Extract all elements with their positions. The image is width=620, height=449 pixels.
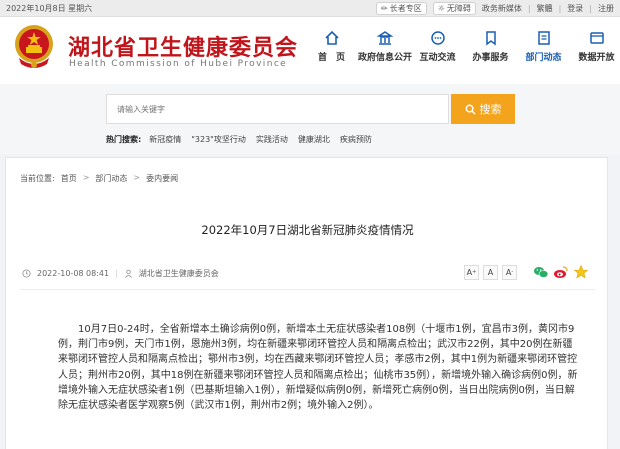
wechat-share-icon[interactable]: [533, 264, 549, 280]
data-icon: [589, 32, 604, 44]
utility-links: ✏ 长者专区 ☼ 无障碍 政务新媒体 | 繁體 | 登录 | 注册: [376, 2, 614, 15]
accessibility-icon: ☼: [437, 4, 445, 13]
article-source: 湖北省卫生健康委员会: [138, 269, 219, 278]
divider: |: [527, 4, 531, 13]
font-size-small-button[interactable]: A-: [502, 264, 517, 280]
hot-search-link[interactable]: 疾病预防: [340, 134, 372, 145]
font-size-medium-button[interactable]: A: [483, 264, 498, 280]
breadcrumb-sep: >: [133, 173, 141, 182]
meta-divider: |: [115, 269, 118, 278]
nav-dept-news[interactable]: 部门动态: [517, 30, 570, 63]
breadcrumb-label: 当前位置:: [20, 174, 55, 183]
meta-divider-line: [20, 289, 595, 290]
article-meta: 2022-10-08 08:41 | 湖北省卫生健康委员会: [22, 268, 219, 279]
breadcrumb-internal-news[interactable]: 委内要闻: [146, 173, 178, 184]
home-icon: [324, 30, 339, 45]
nav-services-label: 办事服务: [472, 53, 509, 63]
nav-services[interactable]: 办事服务: [464, 30, 517, 63]
top-utility-bar: 2022年10月8日 星期六 ✏ 长者专区 ☼ 无障碍 政务新媒体 | 繁體 |…: [0, 0, 620, 17]
bank-icon: [376, 31, 393, 45]
publish-datetime: 2022-10-08 08:41: [37, 269, 110, 278]
site-title[interactable]: 湖北省卫生健康委员会: [68, 30, 298, 62]
register-link[interactable]: 注册: [598, 3, 614, 14]
bookmark-icon: [485, 31, 496, 46]
divider: |: [589, 4, 592, 13]
article-title: 2022年10月7日湖北省新冠肺炎疫情情况: [201, 223, 414, 237]
hot-search-label: 热门搜索:: [106, 135, 142, 144]
search-input[interactable]: [106, 94, 449, 124]
chat-icon: [430, 31, 445, 45]
font-size-large-button[interactable]: A +: [464, 264, 479, 280]
elder-icon: ✏: [381, 4, 388, 13]
breadcrumb-dept-news[interactable]: 部门动态: [95, 173, 127, 184]
article-tools: A + A A-: [464, 264, 589, 280]
nav-home[interactable]: 首 页: [305, 30, 358, 63]
nav-dept-news-label: 部门动态: [525, 53, 562, 63]
nav-open-data-label: 数据开放: [578, 53, 615, 63]
hot-search-link[interactable]: 健康湖北: [298, 134, 330, 145]
site-header: 湖北省卫生健康委员会 Health Commission of Hubei Pr…: [0, 17, 620, 84]
weibo-share-icon[interactable]: [553, 264, 569, 280]
hot-search-link[interactable]: "323"攻坚行动: [191, 134, 246, 145]
nav-home-label: 首 页: [317, 53, 345, 63]
article-card: 当前位置: 首页 > 部门动态 > 委内要闻 2022年10月7日湖北省新冠肺炎…: [5, 157, 608, 449]
national-emblem-icon[interactable]: [11, 22, 57, 72]
hot-search-link[interactable]: 实践活动: [256, 134, 288, 145]
nav-interaction-label: 互动交流: [419, 53, 456, 63]
accessibility-link[interactable]: ☼ 无障碍: [432, 2, 476, 15]
search-icon: [465, 104, 476, 115]
nav-open-data[interactable]: 数据开放: [570, 30, 620, 63]
gov-media-link[interactable]: 政务新媒体: [482, 3, 522, 14]
user-icon: [124, 269, 132, 278]
current-date: 2022年10月8日 星期六: [6, 4, 93, 13]
document-icon: [537, 31, 550, 45]
elder-zone-link[interactable]: ✏ 长者专区: [376, 2, 427, 15]
site-subtitle: Health Commission of Hubei Province: [69, 59, 288, 69]
breadcrumb: 当前位置: 首页 > 部门动态 > 委内要闻: [20, 173, 178, 184]
search-button-label: 搜索: [479, 103, 502, 116]
search-area: 搜索 热门搜索: 新冠疫情 "323"攻坚行动 实践活动 健康湖北 疾病预防: [0, 84, 620, 154]
traditional-chinese-link[interactable]: 繁體: [537, 3, 553, 14]
clock-icon: [22, 269, 31, 278]
breadcrumb-sep: >: [82, 173, 90, 182]
article-body: 10月7日0-24时，全省新增本土确诊病例0例，新增本土无症状感染者108例（十…: [58, 324, 578, 412]
hot-searches: 热门搜索: 新冠疫情 "323"攻坚行动 实践活动 健康湖北 疾病预防: [106, 134, 372, 145]
breadcrumb-home[interactable]: 首页: [61, 173, 77, 184]
divider: |: [558, 4, 562, 13]
favorite-star-icon[interactable]: [573, 264, 589, 280]
nav-gov-info[interactable]: 政府信息公开: [358, 30, 413, 63]
nav-gov-info-label: 政府信息公开: [358, 53, 413, 63]
login-link[interactable]: 登录: [567, 3, 583, 14]
nav-interaction[interactable]: 互动交流: [411, 30, 464, 63]
hot-search-link[interactable]: 新冠疫情: [149, 134, 181, 145]
search-button[interactable]: 搜索: [451, 94, 515, 124]
main-nav: 首 页 政府信息公开 互动交流 办事服务 部门动态 数据开放: [305, 30, 620, 63]
